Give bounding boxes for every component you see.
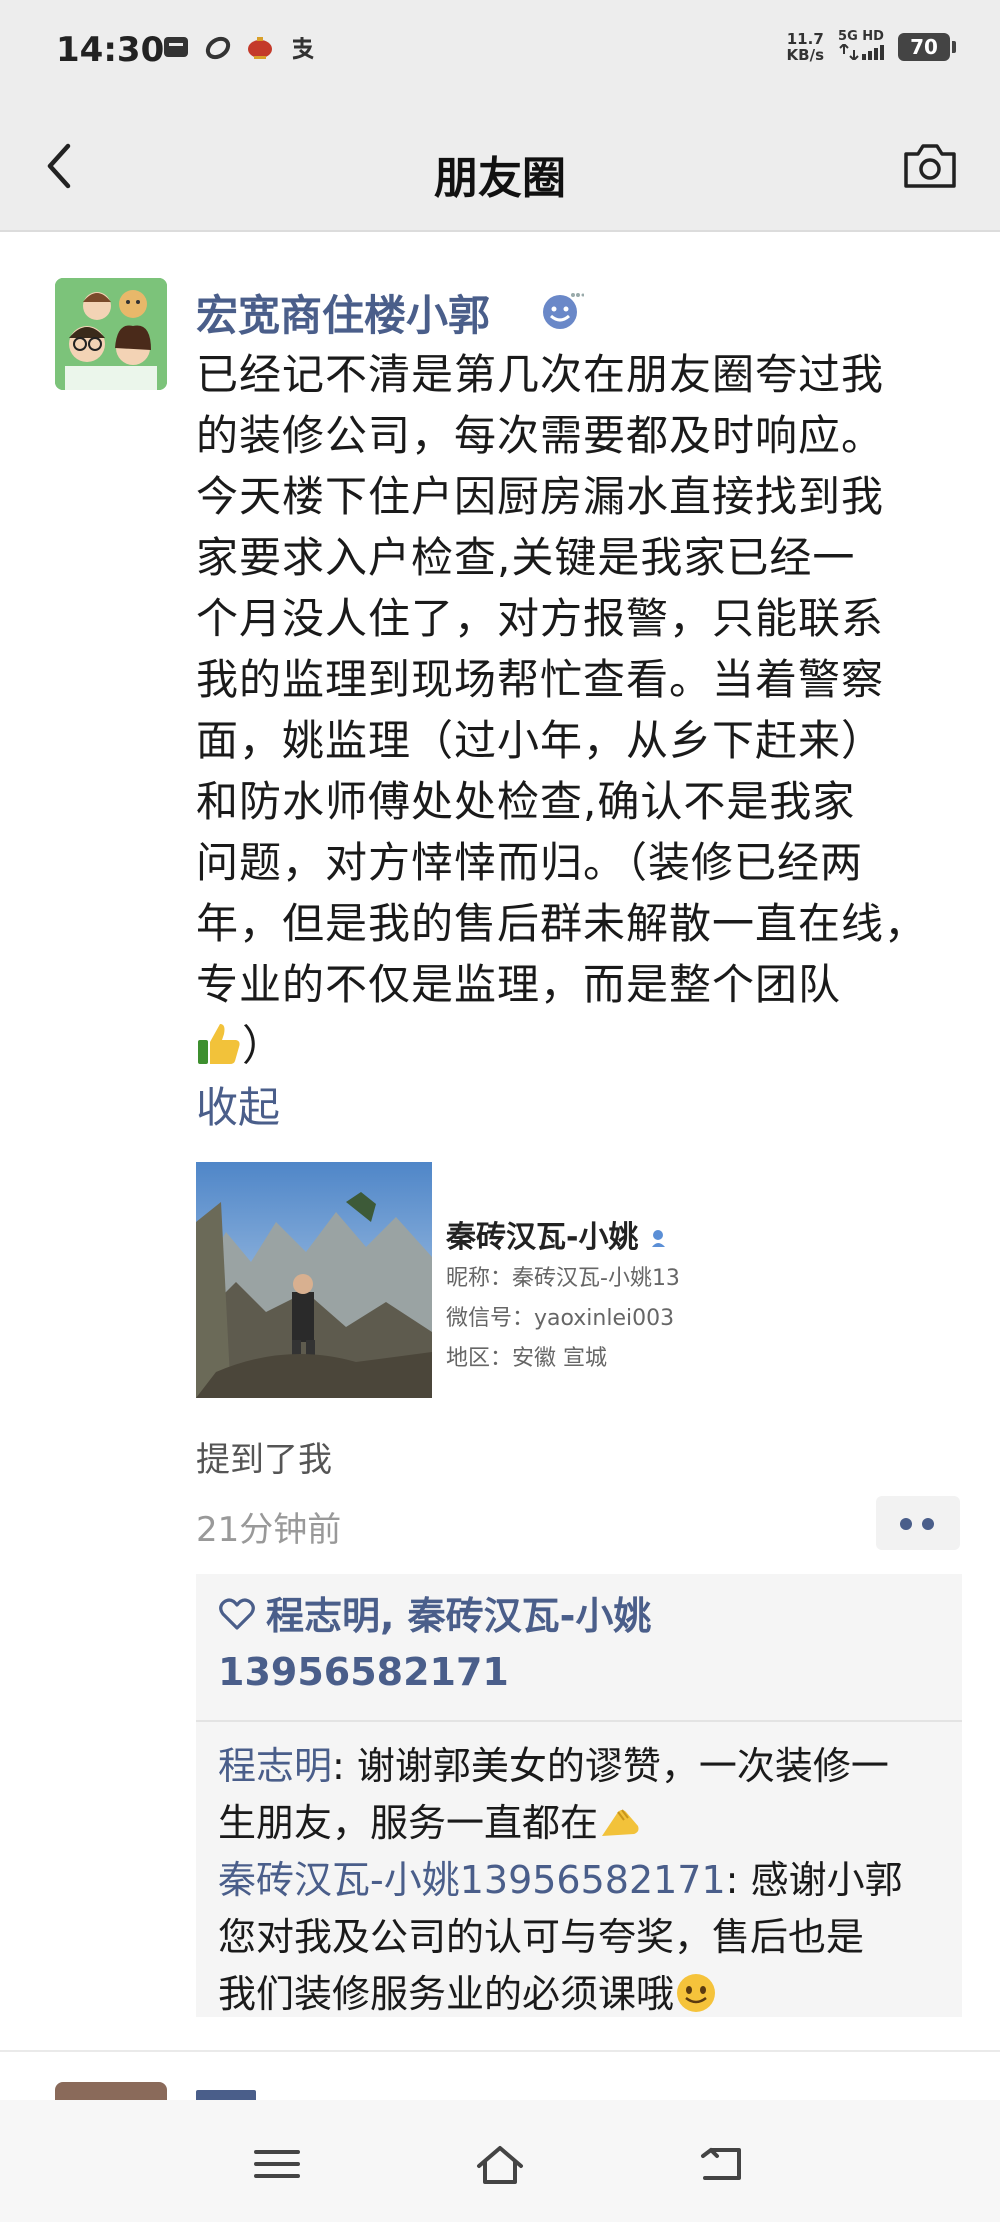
- comment-text: 生朋友，服务一直都在: [218, 1801, 599, 1845]
- comment-author[interactable]: 秦砖汉瓦-小姚13956582171: [218, 1858, 726, 1902]
- contact-card-name-text: 秦砖汉瓦-小姚: [446, 1220, 639, 1255]
- signal-indicator: 5G HD: [838, 30, 884, 64]
- post-text-line: 专业的不仅是监理，而是整个团队: [196, 960, 842, 1009]
- message-icon: [164, 37, 188, 57]
- dot-icon: [900, 1518, 912, 1530]
- post-text-line: 今天楼下住户因厨房漏水直接找到我: [196, 472, 885, 521]
- comment-text: 您对我及公司的认可与夸奖，售后也是: [218, 1915, 865, 1959]
- likes-names[interactable]: 程志明, 秦砖汉瓦-小姚: [266, 1594, 651, 1638]
- male-gender-icon: [651, 1230, 665, 1247]
- fist-emoji-icon: [602, 1809, 639, 1836]
- battery-indicator: 70: [898, 33, 956, 61]
- menu-icon[interactable]: [252, 2142, 302, 2186]
- status-time: 14:30: [56, 30, 165, 70]
- post-text-line: 年，但是我的售后群未解散一直在线，: [196, 899, 928, 948]
- comment-separator: :: [332, 1744, 357, 1788]
- next-post-preview[interactable]: [0, 2050, 1000, 2112]
- dot-icon: [922, 1518, 934, 1530]
- mountain-photo: [196, 1162, 432, 1398]
- comment-text: 谢谢郭美女的谬赞，一次装修一: [356, 1744, 889, 1788]
- comment-text: 感谢小郭: [750, 1858, 903, 1902]
- post-text-line: 面，姚监理（过小年，从乡下赶来）: [196, 716, 885, 765]
- lantern-icon: [248, 37, 272, 59]
- signal-bars-icon: [839, 42, 884, 62]
- status-notification-icons: [162, 34, 316, 62]
- post-text-line: 我的监理到现场帮忙查看。当着警察: [196, 655, 885, 704]
- alipay-icon: [292, 37, 314, 60]
- signal-label: 5G HD: [838, 29, 884, 44]
- network-speed: 11.7 KB/s: [787, 31, 824, 63]
- contact-card-region: 地区：安徽 宣城: [446, 1346, 607, 1371]
- collapse-link[interactable]: 收起: [196, 1074, 280, 1135]
- link-icon: [205, 36, 231, 60]
- avatar[interactable]: [55, 278, 167, 390]
- network-speed-value: 11.7: [786, 30, 824, 48]
- moments-post: 宏宽商住楼小郭 已经记不清是第几次在朋友圈夸过我 的装修公司，每次需要都及时响应…: [0, 232, 1000, 2047]
- contact-card-photo: [196, 1162, 432, 1398]
- contact-card-wechat-id: 微信号：yaoxinlei003: [446, 1306, 675, 1331]
- post-text-line: 问题，对方悻悻而归。（装修已经两: [196, 838, 864, 887]
- network-speed-unit: KB/s: [786, 46, 824, 64]
- comment-item[interactable]: 程志明: 谢谢郭美女的谬赞，一次装修一 生朋友，服务一直都在: [218, 1738, 948, 1852]
- likes-list: 程志明, 秦砖汉瓦-小姚 13956582171: [218, 1588, 948, 1700]
- likes-names-continued[interactable]: 13956582171: [218, 1650, 509, 1694]
- contact-card-nickname: 昵称：秦砖汉瓦-小姚13: [446, 1266, 680, 1291]
- comment-text: 我们装修服务业的必须课哦: [218, 1972, 675, 2016]
- contact-card-name: 秦砖汉瓦-小姚: [446, 1212, 669, 1256]
- status-bar: 14:30 11.7 KB/s 5G HD 70: [0, 0, 1000, 100]
- navigation-bar: 朋友圈: [0, 100, 1000, 232]
- shared-contact-card[interactable]: 秦砖汉瓦-小姚 昵称：秦砖汉瓦-小姚13 微信号：yaoxinlei003 地区…: [196, 1162, 690, 1398]
- post-body-text: 已经记不清是第几次在朋友圈夸过我 的装修公司，每次需要都及时响应。 今天楼下住户…: [196, 344, 966, 1076]
- smiley-icon: [543, 293, 584, 329]
- post-text-line: 已经记不清是第几次在朋友圈夸过我: [196, 350, 885, 399]
- status-system-indicators: 11.7 KB/s 5G HD 70: [787, 30, 956, 64]
- post-text-line: 家要求入户检查,关键是我家已经一: [196, 533, 856, 582]
- back-icon[interactable]: [697, 2142, 747, 2186]
- thumbs-up-icon: [198, 1024, 240, 1064]
- camera-icon[interactable]: [900, 138, 960, 194]
- post-text-line: 个月没人住了，对方报警，只能联系: [196, 594, 885, 643]
- more-actions-button[interactable]: [876, 1496, 960, 1550]
- smile-emoji-icon: [677, 1974, 716, 2012]
- divider: [196, 1720, 962, 1722]
- post-text-closing-paren: ）: [242, 1021, 286, 1070]
- post-text-line: 的装修公司，每次需要都及时响应。: [196, 411, 885, 460]
- heart-icon: [219, 1598, 255, 1630]
- post-author-name[interactable]: 宏宽商住楼小郭: [196, 282, 490, 343]
- system-navigation-bar: [0, 2100, 1000, 2222]
- likes-and-comments: 程志明, 秦砖汉瓦-小姚 13956582171 程志明: 谢谢郭美女的谬赞，一…: [196, 1574, 962, 2017]
- post-text-line: 和防水师傅处处检查,确认不是我家: [196, 777, 856, 826]
- comment-separator: :: [725, 1858, 751, 1902]
- mentioned-me-label: 提到了我: [196, 1440, 332, 1480]
- comment-item[interactable]: 秦砖汉瓦-小姚13956582171: 感谢小郭 您对我及公司的认可与夸奖，售后…: [218, 1852, 948, 2023]
- post-text-line-last: ）: [196, 1015, 966, 1076]
- page-title: 朋友圈: [434, 153, 566, 204]
- post-timestamp: 21分钟前: [196, 1510, 342, 1550]
- home-icon[interactable]: [475, 2142, 525, 2186]
- comment-author[interactable]: 程志明: [218, 1744, 332, 1788]
- avatar-illustration: [55, 278, 167, 390]
